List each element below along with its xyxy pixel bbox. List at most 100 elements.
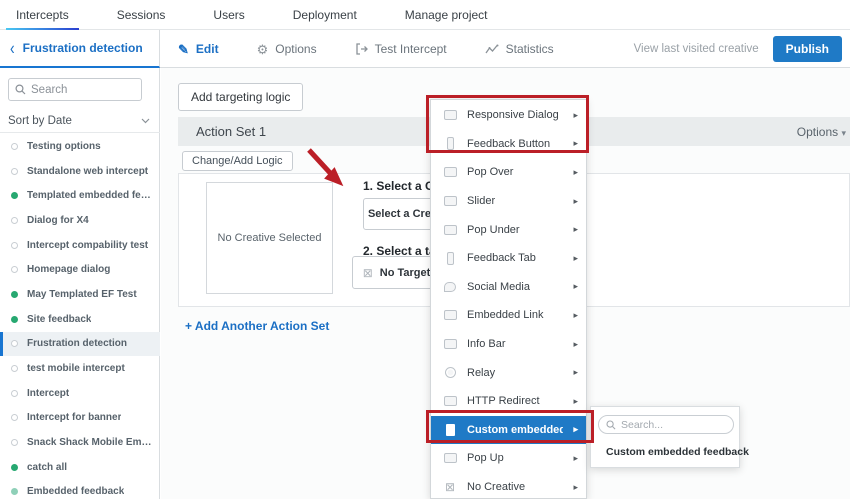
creative-submenu: Custom embedded feedback [590, 406, 749, 468]
sidebar-item-frustration-detection[interactable]: Frustration detection [0, 331, 160, 357]
sidebar-item-label: Intercept compability test [27, 239, 149, 251]
sidebar-item-embedded-feedback[interactable]: Embedded feedback [0, 480, 160, 499]
submenu-arrow-icon: ▸ [573, 109, 578, 120]
sidebar-item-intercept[interactable]: Intercept [0, 381, 160, 406]
tab-manage-project[interactable]: Manage project [395, 0, 498, 30]
submenu-arrow-icon: ▸ [573, 338, 578, 349]
sort-by-date-dropdown[interactable]: Sort by Date [0, 109, 160, 133]
sidebar-item-intercept-compability-test[interactable]: Intercept compability test [0, 233, 160, 258]
menu-item-label: Pop Under [467, 223, 520, 236]
menu-item-pop-under[interactable]: Pop Under ▸ [431, 215, 586, 244]
menu-item-label: Embedded Link [467, 309, 544, 322]
pencil-icon: ✎ [178, 41, 189, 57]
menu-item-social-media[interactable]: Social Media ▸ [431, 273, 586, 302]
sidebar-item-label: Intercept [27, 387, 70, 399]
breadcrumb[interactable]: ‹ Frustration detection [0, 30, 160, 68]
feedback-tab-icon [443, 251, 457, 265]
edit-button[interactable]: ✎ Edit [178, 42, 219, 56]
menu-item-label: Relay [467, 366, 496, 379]
menu-item-responsive-dialog[interactable]: Responsive Dialog ▸ [431, 101, 586, 130]
no-creative-selected-label: No Creative Selected [217, 232, 322, 244]
search-icon [606, 419, 616, 430]
menu-item-info-bar[interactable]: Info Bar ▸ [431, 330, 586, 359]
tab-deployment[interactable]: Deployment [283, 0, 367, 30]
search-icon [15, 84, 26, 95]
sidebar-item-catch-all[interactable]: catch all [0, 455, 160, 480]
sidebar-item-label: catch all [27, 461, 68, 473]
submenu-arrow-icon: ▸ [573, 452, 578, 463]
change-add-logic-button[interactable]: Change/Add Logic [182, 151, 293, 171]
embedded-link-icon [443, 310, 457, 321]
sidebar-item-may-templated-ef-test[interactable]: May Templated EF Test [0, 282, 160, 307]
sidebar-item-label: Intercept for banner [27, 412, 122, 424]
menu-item-label: Responsive Dialog [467, 109, 559, 122]
submenu-search-input[interactable] [621, 418, 726, 431]
menu-item-label: Slider [467, 195, 496, 208]
intercept-list: Testing options Standalone web intercept T… [0, 134, 160, 499]
sidebar-item-intercept-for-banner[interactable]: Intercept for banner [0, 406, 160, 431]
tab-sessions[interactable]: Sessions [107, 0, 176, 30]
submenu-arrow-icon: ▸ [573, 224, 578, 235]
sidebar-item-testing-options[interactable]: Testing options [0, 134, 160, 159]
sidebar-search [8, 78, 142, 101]
menu-item-pop-up[interactable]: Pop Up ▸ [431, 444, 586, 473]
menu-item-label: Pop Up [467, 452, 504, 465]
menu-item-embedded-link[interactable]: Embedded Link ▸ [431, 301, 586, 330]
status-dot [11, 241, 18, 249]
menu-item-pop-over[interactable]: Pop Over ▸ [431, 158, 586, 187]
sidebar-item-homepage-dialog[interactable]: Homepage dialog [0, 257, 160, 282]
sidebar-item-label: Testing options [27, 140, 101, 152]
menu-item-label: Pop Over [467, 166, 514, 179]
view-last-visited-creative-link[interactable]: View last visited creative [634, 43, 759, 55]
sidebar-item-standalone-web-intercept[interactable]: Standalone web intercept [0, 159, 160, 184]
menu-item-label: Feedback Tab [467, 252, 536, 265]
sidebar-item-label: Homepage dialog [27, 264, 111, 276]
submenu-arrow-icon: ▸ [573, 281, 578, 292]
sidebar-item-test-mobile-intercept[interactable]: test mobile intercept [0, 356, 160, 381]
add-targeting-logic-button[interactable]: Add targeting logic [178, 83, 304, 111]
http-redirect-icon [443, 396, 457, 407]
search-input[interactable] [31, 83, 135, 96]
menu-item-feedback-button[interactable]: Feedback Button ▸ [431, 130, 586, 159]
action-set-options-button[interactable]: Options ▾ [797, 125, 846, 139]
menu-item-slider[interactable]: Slider ▸ [431, 187, 586, 216]
sidebar-item-label: Embedded feedback [27, 486, 125, 498]
submenu-search [598, 415, 734, 434]
tab-intercepts[interactable]: Intercepts [6, 0, 79, 31]
menu-item-http-redirect[interactable]: HTTP Redirect ▸ [431, 387, 586, 416]
pop-under-icon [443, 224, 457, 235]
submenu-arrow-icon: ▸ [573, 138, 578, 149]
sidebar-item-templated-embedded-feedba[interactable]: Templated embedded feedba... [0, 183, 160, 208]
custom-embedded-feedback-icon [443, 423, 457, 436]
creative-type-menu: Responsive Dialog ▸ Feedback Button ▸ Pop Ov… [430, 99, 587, 499]
toolbar: ‹ Frustration detection ✎ Edit ⚙ Options… [0, 30, 850, 68]
no-creative-selected-box: No Creative Selected [206, 182, 333, 294]
breadcrumb-label: Frustration detection [22, 41, 143, 55]
menu-item-feedback-tab[interactable]: Feedback Tab ▸ [431, 244, 586, 273]
menu-item-no-creative[interactable]: ⊠ No Creative ▸ [431, 473, 586, 499]
status-dot [11, 365, 18, 373]
social-media-icon [443, 281, 457, 292]
menu-item-custom-embedded-feedback[interactable]: Custom embedded feedback ▸ [431, 415, 586, 445]
status-dot [11, 414, 18, 422]
sidebar-item-label: May Templated EF Test [27, 288, 137, 300]
test-intercept-button[interactable]: Test Intercept [355, 42, 447, 56]
menu-item-relay[interactable]: Relay ▸ [431, 358, 586, 387]
publish-button[interactable]: Publish [772, 36, 842, 62]
sidebar-item-snack-shack-mobile-embedd[interactable]: Snack Shack Mobile Embedd... [0, 430, 160, 455]
test-intercept-icon [355, 43, 368, 55]
sidebar-item-site-feedback[interactable]: Site feedback [0, 307, 160, 332]
add-another-action-set-link[interactable]: + Add Another Action Set [185, 319, 329, 333]
statistics-label: Statistics [505, 42, 554, 56]
submenu-item-custom-embedded-feedback[interactable]: Custom embedded feedback [591, 441, 749, 463]
sidebar-item-label: test mobile intercept [27, 363, 125, 375]
menu-item-label: Feedback Button [467, 137, 551, 150]
responsive-dialog-icon [443, 110, 457, 121]
sidebar-item-dialog-for-x4[interactable]: Dialog for X4 [0, 208, 160, 233]
test-intercept-label: Test Intercept [374, 42, 447, 56]
status-dot [11, 315, 18, 323]
tab-users[interactable]: Users [203, 0, 254, 30]
statistics-button[interactable]: Statistics [485, 42, 554, 56]
sidebar-item-label: Standalone web intercept [27, 165, 149, 177]
options-button[interactable]: ⚙ Options [257, 42, 317, 56]
